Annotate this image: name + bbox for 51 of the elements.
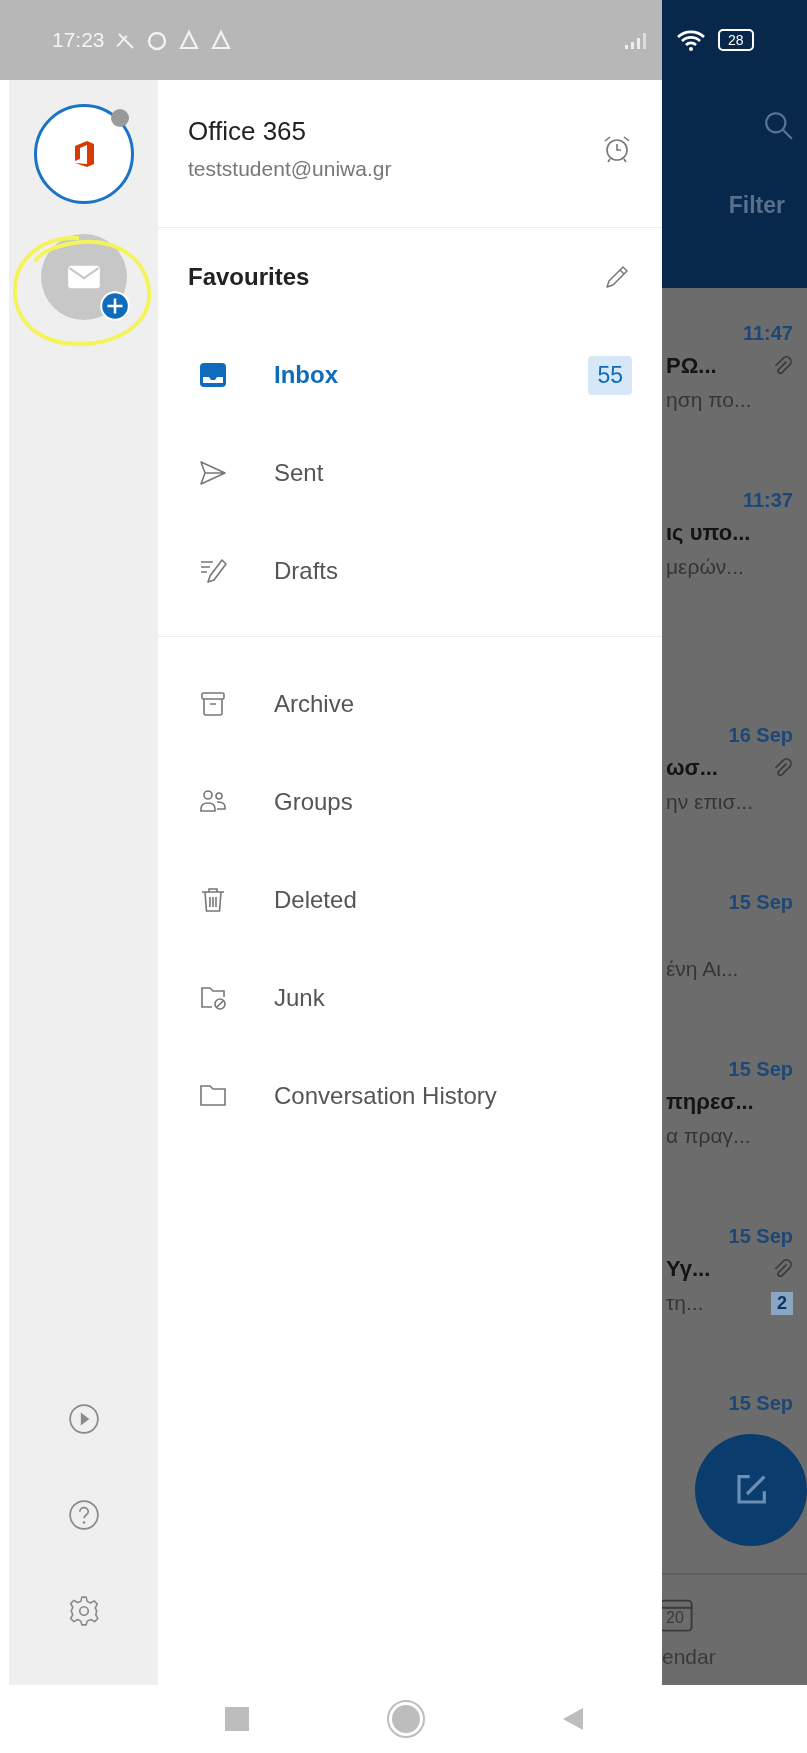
folder-item[interactable]: Inbox 55 bbox=[158, 326, 662, 424]
search-icon bbox=[763, 110, 795, 142]
battery-level: 28 bbox=[718, 29, 754, 51]
add-account-button[interactable] bbox=[40, 234, 127, 320]
message-time: 15 Sep bbox=[728, 891, 793, 914]
message-subject: ΡΩ... bbox=[666, 353, 717, 379]
wifi-icon bbox=[676, 28, 706, 52]
status-dot bbox=[110, 109, 129, 127]
message-time: 15 Sep bbox=[728, 1058, 793, 1081]
folder-item[interactable]: Conversation History bbox=[158, 1047, 662, 1145]
back-button[interactable] bbox=[562, 1708, 583, 1730]
message-time: 15 Sep bbox=[728, 1225, 793, 1248]
message-subject: ωσ... bbox=[666, 755, 718, 781]
message-time: 11:37 bbox=[742, 489, 793, 512]
message-preview: α πραγ... bbox=[666, 1124, 751, 1148]
inbox-icon bbox=[198, 360, 228, 390]
settings-icon[interactable] bbox=[67, 1595, 100, 1627]
paper-plane-icon bbox=[198, 458, 228, 488]
folder-item[interactable]: Groups bbox=[158, 753, 662, 851]
account-name: Office 365 bbox=[188, 116, 308, 147]
envelope-icon bbox=[66, 264, 101, 290]
help-icon[interactable] bbox=[67, 1499, 100, 1531]
unread-count: 55 bbox=[588, 355, 632, 395]
status-time: 17:23 bbox=[52, 28, 105, 52]
message-subject: Υγ... bbox=[666, 1256, 711, 1282]
message-preview: ηση πο... bbox=[666, 388, 752, 412]
archive-icon bbox=[198, 689, 228, 719]
message-preview: ην επισ... bbox=[666, 790, 753, 814]
alarm-clock-icon[interactable] bbox=[602, 133, 632, 164]
folder-item[interactable]: Drafts bbox=[158, 522, 662, 620]
folder-item[interactable]: Sent bbox=[158, 424, 662, 522]
folder-item[interactable]: Deleted bbox=[158, 851, 662, 949]
message-subject: πηρεσ... bbox=[666, 1089, 754, 1115]
calendar-icon bbox=[662, 1597, 694, 1633]
signal-icon bbox=[624, 30, 648, 50]
folder-item[interactable]: Junk bbox=[158, 949, 662, 1047]
account-email: teststudent@uniwa.gr bbox=[188, 157, 393, 181]
message-time: 11:47 bbox=[742, 322, 793, 345]
message-subject: ις υπο... bbox=[666, 520, 751, 546]
pencil-lines-icon bbox=[198, 556, 228, 586]
play-icon[interactable] bbox=[67, 1403, 100, 1435]
thread-count: 2 bbox=[771, 1291, 793, 1315]
plus-icon bbox=[99, 291, 130, 321]
section-title: Favourites bbox=[188, 263, 311, 291]
home-button[interactable] bbox=[388, 1702, 423, 1736]
message-preview: μερών... bbox=[666, 555, 744, 579]
message-time: 15 Sep bbox=[728, 1392, 793, 1415]
message-preview: ένη Αι... bbox=[666, 957, 739, 981]
recents-button[interactable] bbox=[224, 1707, 249, 1731]
message-time: 16 Sep bbox=[728, 724, 793, 747]
folder-item[interactable]: Archive bbox=[158, 655, 662, 753]
